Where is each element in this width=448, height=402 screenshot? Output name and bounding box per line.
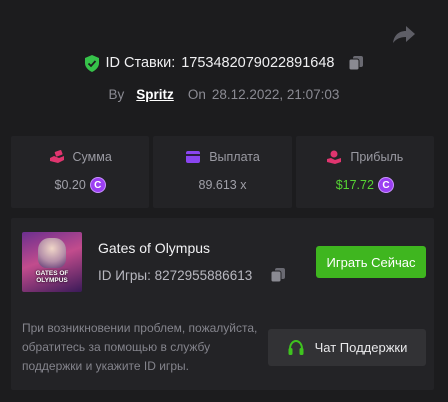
stat-amount-label: Сумма [72,150,112,164]
stat-payout: Выплата 89.613 x [153,136,292,208]
support-help-text: При возникновении проблем, пожалуйста, о… [22,321,258,373]
wallet-card-icon [186,151,201,163]
username-link[interactable]: Spritz [136,87,174,102]
stat-profit: Прибыль $17.72 C [295,136,434,208]
copy-game-id-icon[interactable] [270,267,286,283]
game-card: GATES OF OLYMPUS Gates of Olympus ID Игр… [11,218,434,390]
stat-payout-value: 89.613 x [198,178,247,192]
stats-row: Сумма $0.20 C Выплата 89.613 x Прибыль $… [11,136,434,208]
stat-profit-label: Прибыль [350,150,404,164]
byline: By Spritz On 28.12.2022, 21:07:03 [109,84,340,104]
bet-id-label: ID Ставки: [105,55,176,71]
headset-icon [288,339,304,355]
by-label: By [108,86,125,102]
game-id-value: 8272955886613 [154,267,253,283]
on-label: On [187,86,206,102]
bet-datetime: 28.12.2022, 21:07:03 [211,86,340,102]
verified-shield-icon [84,54,100,72]
support-chat-button[interactable]: Чат Поддержки [268,329,426,366]
stat-payout-label: Выплата [209,150,260,164]
bet-id-row: ID Ставки: 1753482079022891648 [84,52,365,74]
bet-id-value: 1753482079022891648 [181,55,335,71]
stat-amount: Сумма $0.20 C [11,136,150,208]
stat-amount-value: $0.20 [54,178,86,192]
coin-icon: C [89,177,106,193]
profit-hand-icon [327,150,342,164]
game-name: Gates of Olympus [98,240,211,256]
stat-profit-value: $17.72 [335,178,374,192]
share-icon[interactable] [392,24,416,44]
copy-bet-id-icon[interactable] [348,55,364,71]
coin-icon: C [377,177,394,193]
game-art [38,238,66,268]
game-id-row: ID Игры: 8272955886613 [98,267,286,283]
money-hand-icon [49,150,64,163]
game-thumbnail-title: GATES OF OLYMPUS [35,270,69,284]
play-now-button[interactable]: Играть Сейчас [316,246,426,278]
support-chat-label: Чат Поддержки [314,340,408,355]
bet-header: ID Ставки: 1753482079022891648 By Spritz… [0,52,448,104]
game-id-label: ID Игры: [98,267,151,283]
game-thumbnail[interactable]: GATES OF OLYMPUS [22,232,82,292]
